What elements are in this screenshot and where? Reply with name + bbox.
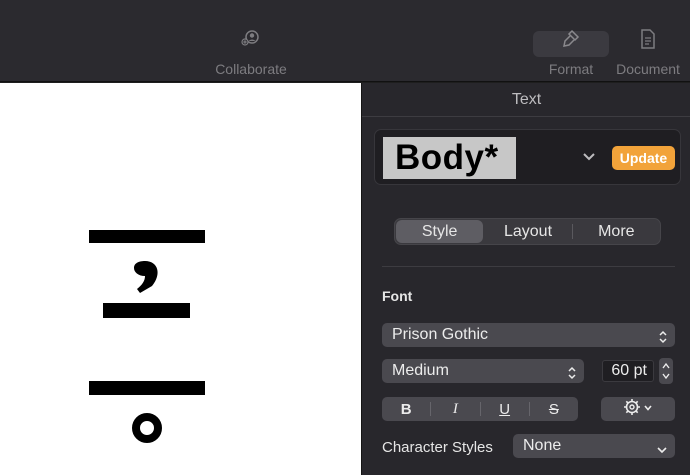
font-weight-popup[interactable]: Medium	[382, 359, 584, 383]
advanced-options-button[interactable]	[601, 397, 675, 421]
chevron-down-icon[interactable]	[581, 147, 597, 172]
italic-button[interactable]: I	[431, 401, 479, 418]
chevron-down-icon	[643, 400, 653, 418]
font-weight-value: Medium	[392, 362, 449, 379]
updown-chevron-icon	[567, 364, 577, 388]
format-label: Format	[548, 61, 594, 77]
character-styles-popup[interactable]: None	[513, 434, 675, 458]
font-size-stepper[interactable]	[659, 358, 673, 384]
font-section-header: Font	[382, 288, 413, 304]
chevron-down-icon	[656, 440, 668, 464]
text-style-buttons: B I U S	[382, 397, 578, 421]
underline-button[interactable]: U	[481, 401, 529, 418]
format-brush-icon	[560, 28, 582, 50]
inspector-tabs: Style Layout More	[394, 218, 661, 245]
bold-button[interactable]: B	[382, 401, 430, 418]
tab-more[interactable]: More	[573, 219, 660, 244]
collaborate-label: Collaborate	[215, 61, 287, 77]
strikethrough-button[interactable]: S	[530, 401, 578, 418]
divider	[382, 266, 675, 267]
tab-layout[interactable]: Layout	[484, 219, 571, 244]
format-button[interactable]: Format	[533, 28, 609, 80]
font-family-popup[interactable]: Prison Gothic	[382, 323, 675, 347]
font-size-field[interactable]: 60 pt	[602, 360, 654, 382]
font-family-value: Prison Gothic	[392, 326, 489, 343]
tab-style[interactable]: Style	[396, 220, 484, 243]
character-styles-label: Character Styles	[382, 439, 493, 456]
document-button[interactable]: Document	[612, 28, 684, 80]
gear-icon	[623, 398, 641, 421]
document-canvas[interactable]	[0, 83, 361, 475]
updown-chevron-icon	[658, 328, 668, 352]
glyph-artwork	[89, 230, 205, 443]
collaborate-button[interactable]: Collaborate	[205, 28, 297, 80]
toolbar: Collaborate Format Document	[0, 0, 690, 82]
document-icon	[637, 28, 659, 50]
update-style-button[interactable]: Update	[612, 146, 675, 170]
inspector-title: Text	[511, 91, 542, 108]
paragraph-style-preview[interactable]: Body*	[383, 137, 516, 179]
paragraph-style-selector[interactable]: Body* Update	[374, 129, 681, 185]
format-inspector: Text Body* Update Style Layout More Font…	[361, 83, 690, 475]
divider	[362, 116, 690, 117]
document-label: Document	[616, 61, 680, 77]
character-styles-value: None	[523, 437, 562, 454]
collaborate-icon	[240, 28, 262, 50]
